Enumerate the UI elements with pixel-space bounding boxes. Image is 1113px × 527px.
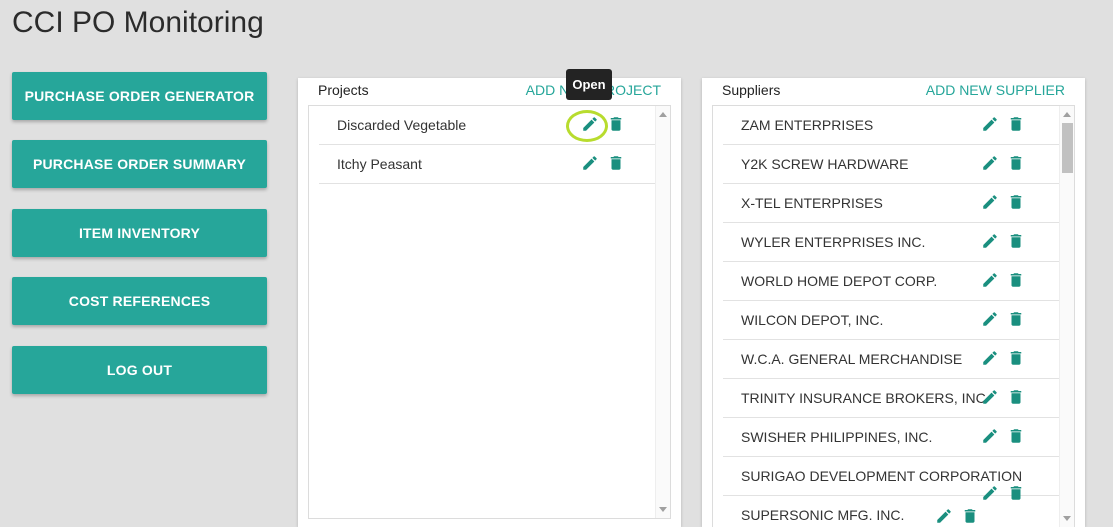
pencil-icon[interactable] bbox=[581, 154, 599, 172]
suppliers-scrollbar[interactable] bbox=[1059, 106, 1074, 527]
supplier-row[interactable]: SWISHER PHILIPPINES, INC. bbox=[723, 418, 1059, 457]
supplier-row[interactable]: X-TEL ENTERPRISES bbox=[723, 184, 1059, 223]
pencil-icon[interactable] bbox=[981, 310, 999, 328]
trash-icon[interactable] bbox=[1007, 232, 1025, 250]
pencil-icon[interactable] bbox=[981, 154, 999, 172]
supplier-row[interactable]: Y2K SCREW HARDWARE bbox=[723, 145, 1059, 184]
trash-icon[interactable] bbox=[1007, 115, 1025, 133]
supplier-name: TRINITY INSURANCE BROKERS, INC bbox=[741, 390, 986, 406]
project-row[interactable]: Discarded Vegetable bbox=[319, 106, 655, 145]
item-inventory-button[interactable]: ITEM INVENTORY bbox=[12, 209, 267, 257]
pencil-icon[interactable] bbox=[981, 388, 999, 406]
supplier-name: WYLER ENTERPRISES INC. bbox=[741, 234, 926, 250]
pencil-icon[interactable] bbox=[981, 271, 999, 289]
supplier-row[interactable]: WORLD HOME DEPOT CORP. bbox=[723, 262, 1059, 301]
purchase-order-summary-button[interactable]: PURCHASE ORDER SUMMARY bbox=[12, 140, 267, 188]
cost-references-button[interactable]: COST REFERENCES bbox=[12, 277, 267, 325]
pencil-icon[interactable] bbox=[581, 115, 599, 133]
trash-icon[interactable] bbox=[1007, 271, 1025, 289]
supplier-name: SUPERSONIC MFG. INC. bbox=[741, 507, 905, 523]
trash-icon[interactable] bbox=[1007, 427, 1025, 445]
trash-icon[interactable] bbox=[1007, 388, 1025, 406]
suppliers-list[interactable]: ZAM ENTERPRISES Y2K SCREW HARDWARE X-TEL E… bbox=[712, 105, 1075, 527]
projects-list[interactable]: Discarded Vegetable Itchy Peasant bbox=[308, 105, 671, 519]
app-title: CCI PO Monitoring bbox=[12, 6, 264, 39]
supplier-name: WORLD HOME DEPOT CORP. bbox=[741, 273, 938, 289]
supplier-row[interactable]: TRINITY INSURANCE BROKERS, INC bbox=[723, 379, 1059, 418]
supplier-row[interactable]: SURIGAO DEVELOPMENT CORPORATION bbox=[723, 457, 1059, 500]
supplier-name: ZAM ENTERPRISES bbox=[741, 117, 874, 133]
project-name: Itchy Peasant bbox=[337, 156, 422, 172]
supplier-name: SWISHER PHILIPPINES, INC. bbox=[741, 429, 933, 445]
supplier-name: WILCON DEPOT, INC. bbox=[741, 312, 884, 328]
scroll-down-icon[interactable] bbox=[1063, 516, 1071, 521]
supplier-name: W.C.A. GENERAL MERCHANDISE bbox=[741, 351, 963, 367]
pencil-icon[interactable] bbox=[981, 115, 999, 133]
pencil-icon[interactable] bbox=[981, 427, 999, 445]
trash-icon[interactable] bbox=[607, 115, 625, 133]
supplier-row[interactable]: WYLER ENTERPRISES INC. bbox=[723, 223, 1059, 262]
scroll-down-icon[interactable] bbox=[659, 507, 667, 512]
trash-icon[interactable] bbox=[961, 507, 979, 525]
supplier-row[interactable]: W.C.A. GENERAL MERCHANDISE bbox=[723, 340, 1059, 379]
supplier-row[interactable]: ZAM ENTERPRISES bbox=[723, 106, 1059, 145]
purchase-order-generator-button[interactable]: PURCHASE ORDER GENERATOR bbox=[12, 72, 267, 120]
projects-title: Projects bbox=[318, 82, 369, 98]
project-row[interactable]: Itchy Peasant bbox=[319, 145, 655, 184]
supplier-row[interactable]: SUPERSONIC MFG. INC. bbox=[723, 496, 1059, 527]
trash-icon[interactable] bbox=[1007, 310, 1025, 328]
pencil-icon[interactable] bbox=[981, 193, 999, 211]
trash-icon[interactable] bbox=[1007, 349, 1025, 367]
trash-icon[interactable] bbox=[607, 154, 625, 172]
scroll-up-icon[interactable] bbox=[1063, 112, 1071, 117]
projects-scrollbar[interactable] bbox=[655, 106, 670, 518]
supplier-row[interactable]: WILCON DEPOT, INC. bbox=[723, 301, 1059, 340]
pencil-icon[interactable] bbox=[981, 349, 999, 367]
trash-icon[interactable] bbox=[1007, 193, 1025, 211]
pencil-icon[interactable] bbox=[981, 232, 999, 250]
supplier-name: Y2K SCREW HARDWARE bbox=[741, 156, 909, 172]
open-tooltip: Open bbox=[566, 69, 612, 100]
suppliers-title: Suppliers bbox=[722, 82, 781, 98]
scroll-thumb[interactable] bbox=[1062, 123, 1073, 173]
trash-icon[interactable] bbox=[1007, 154, 1025, 172]
scroll-up-icon[interactable] bbox=[659, 112, 667, 117]
supplier-name: X-TEL ENTERPRISES bbox=[741, 195, 883, 211]
add-new-supplier-link[interactable]: ADD NEW SUPPLIER bbox=[926, 82, 1065, 98]
log-out-button[interactable]: LOG OUT bbox=[12, 346, 267, 394]
project-name: Discarded Vegetable bbox=[337, 117, 467, 133]
projects-card: Projects ADD NEW PROJECT Discarded Veget… bbox=[298, 78, 681, 527]
suppliers-card: Suppliers ADD NEW SUPPLIER ZAM ENTERPRIS… bbox=[702, 78, 1085, 527]
supplier-name: SURIGAO DEVELOPMENT CORPORATION bbox=[741, 468, 1023, 484]
pencil-icon[interactable] bbox=[935, 507, 953, 525]
